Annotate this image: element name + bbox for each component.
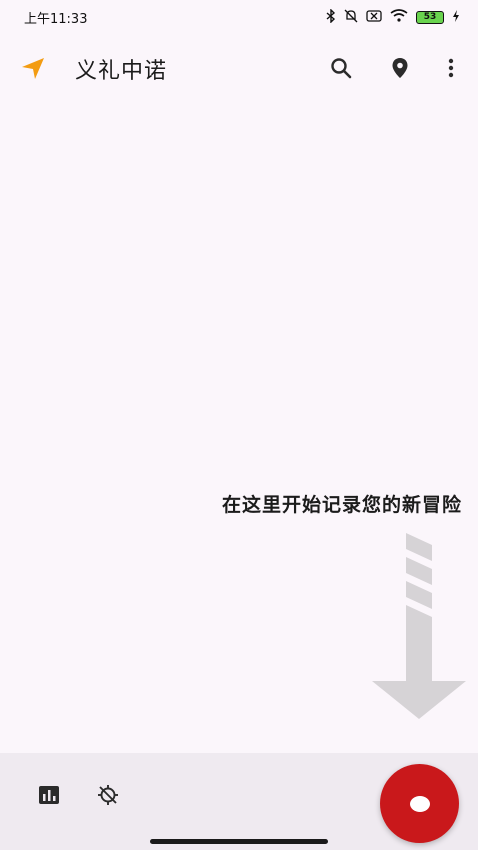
status-bar: 上午11:33 53 xyxy=(0,0,478,34)
sync-toggle-button[interactable] xyxy=(88,775,128,815)
bar-chart-icon xyxy=(39,786,59,804)
location-button[interactable] xyxy=(382,50,418,86)
wifi-icon xyxy=(390,9,408,25)
page-title: 义礼中诺 xyxy=(75,59,168,84)
record-icon xyxy=(409,795,430,812)
bottom-bar xyxy=(0,753,478,850)
mute-icon xyxy=(344,9,358,26)
down-arrow-illustration xyxy=(372,533,466,719)
statistics-button[interactable] xyxy=(29,775,69,815)
search-icon xyxy=(331,58,352,79)
record-button[interactable] xyxy=(380,764,459,843)
gesture-navigation-bar[interactable] xyxy=(150,839,328,844)
battery-icon: 53 xyxy=(416,10,444,24)
app-bar: 义礼中诺 xyxy=(0,40,478,96)
status-time: 上午11:33 xyxy=(24,11,88,27)
sim-off-icon xyxy=(366,9,382,25)
bluetooth-icon xyxy=(326,7,336,26)
search-button[interactable] xyxy=(323,50,359,86)
location-pin-icon xyxy=(392,58,408,78)
sync-off-icon xyxy=(98,785,118,805)
more-vert-icon xyxy=(448,58,454,78)
navigation-arrow-icon xyxy=(20,56,46,80)
status-icons: 53 xyxy=(326,7,460,26)
empty-state-message: 在这里开始记录您的新冒险 xyxy=(221,494,462,516)
charging-icon xyxy=(452,9,460,25)
more-options-button[interactable] xyxy=(433,50,469,86)
